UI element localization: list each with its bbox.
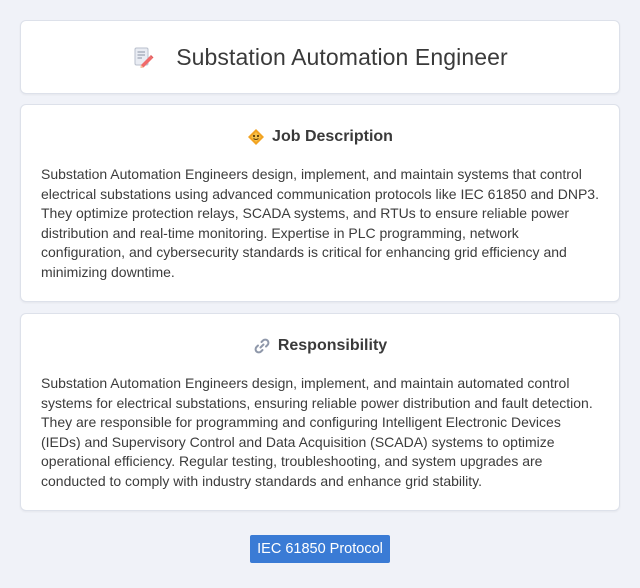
memo-pencil-icon: [132, 46, 154, 68]
job-description-header: Job Description: [41, 127, 599, 147]
tag-row: IEC 61850 Protocol: [0, 535, 640, 563]
responsibility-card: Responsibility Substation Automation Eng…: [20, 313, 620, 511]
job-description-text: Substation Automation Engineers design, …: [41, 166, 599, 280]
skill-tag[interactable]: IEC 61850 Protocol: [250, 535, 390, 563]
responsibility-header: Responsibility: [41, 336, 599, 356]
job-description-title: Job Description: [272, 128, 393, 145]
link-icon: [253, 337, 271, 355]
title-card: Substation Automation Engineer: [20, 20, 620, 94]
diamond-badge-icon: [247, 128, 265, 146]
page-title: Substation Automation Engineer: [176, 43, 508, 70]
responsibility-title: Responsibility: [277, 337, 388, 354]
responsibility-text: Substation Automation Engineers design, …: [41, 375, 593, 489]
job-description-card: Job Description Substation Automation En…: [20, 104, 620, 302]
title-wrap: Substation Automation Engineer: [132, 44, 508, 71]
